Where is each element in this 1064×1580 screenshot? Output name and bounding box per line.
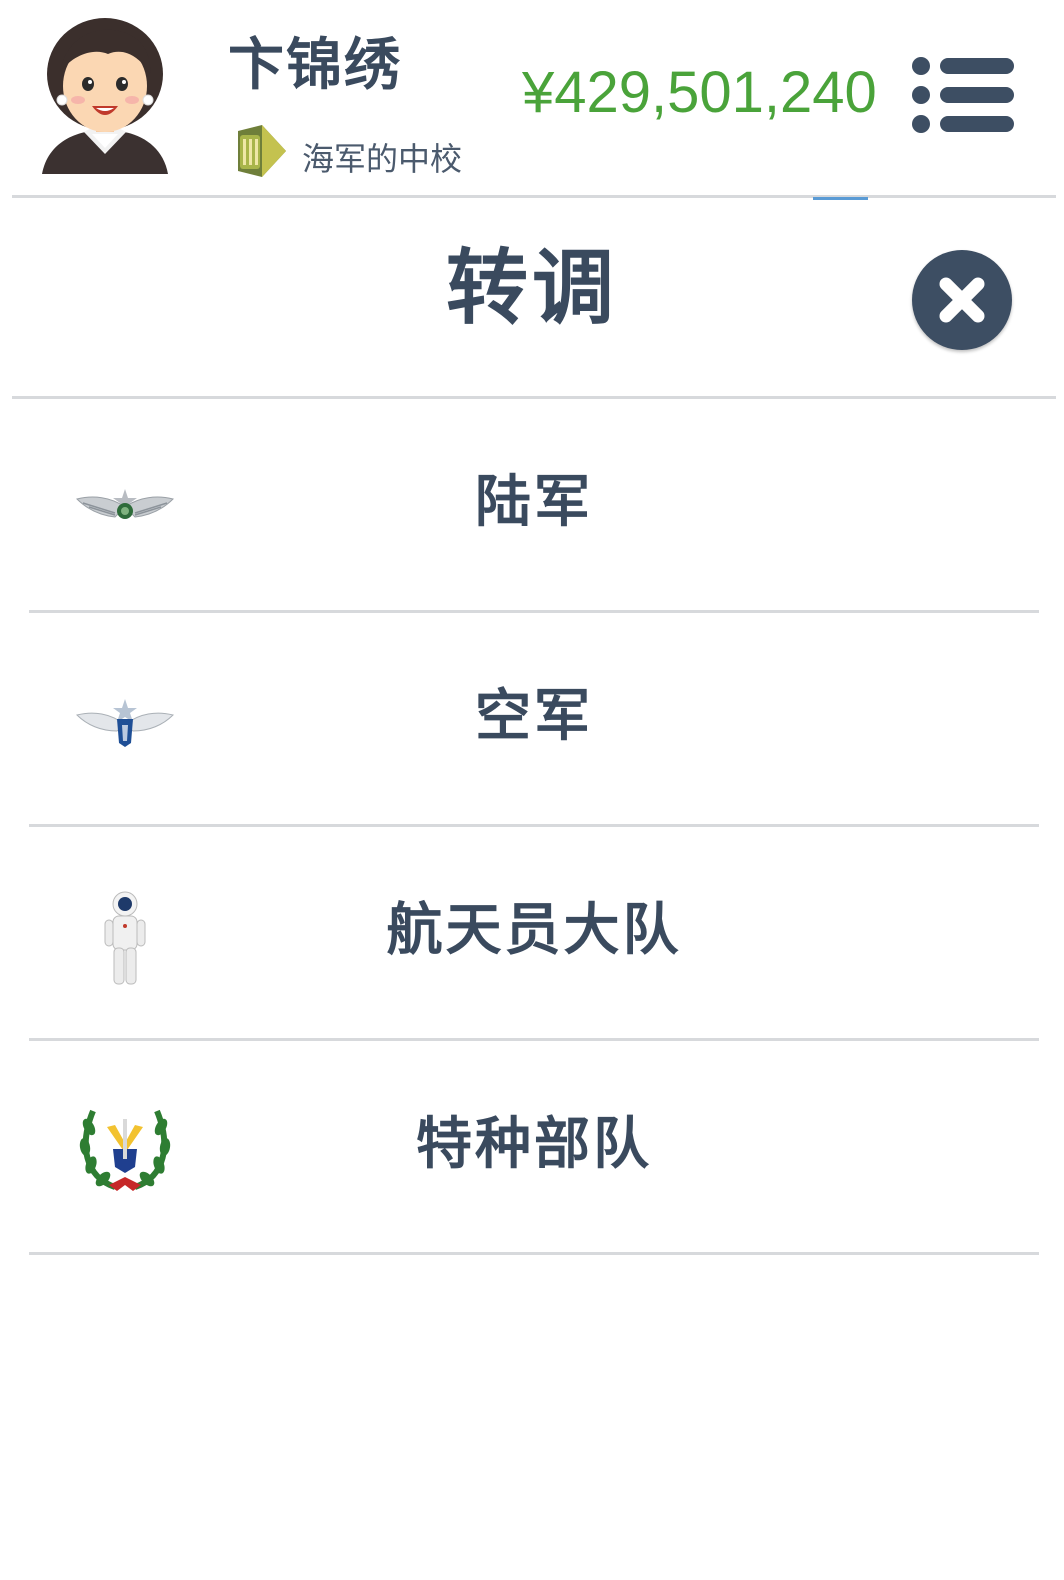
list-item-astronaut-corps[interactable]: 航天员大队 <box>29 827 1039 1041</box>
header-divider <box>12 195 1056 198</box>
close-button[interactable] <box>912 250 1012 350</box>
list-item-army[interactable]: 陆军 <box>29 399 1039 613</box>
branch-label: 陆军 <box>475 470 593 535</box>
player-name: 卞锦绣 <box>228 33 402 98</box>
list-item-air-force[interactable]: 空军 <box>29 613 1039 827</box>
rank-row: 海军的中校 <box>232 120 462 184</box>
branch-label: 特种部队 <box>416 1112 652 1177</box>
money-balance: ¥429,501,240 <box>522 60 877 125</box>
player-header: 卞锦绣 海军的中校 ¥429,501,240 <box>0 0 1064 200</box>
dialog-title: 转调 <box>445 241 618 336</box>
rank-insignia-icon <box>238 125 286 177</box>
branch-label: 航天员大队 <box>386 898 682 963</box>
rank-label: 海军的中校 <box>302 140 463 178</box>
branch-list: 陆军 空军 航天员大队 特种部队 <box>29 399 1039 1255</box>
avatar <box>42 18 168 174</box>
tab-indicator <box>813 197 868 200</box>
transfer-screen: 卞锦绣 海军的中校 ¥429,501,240 转调 陆军 空军 航天员大队 特种… <box>0 0 1064 1580</box>
close-icon <box>939 277 985 323</box>
branch-label: 空军 <box>475 684 593 749</box>
list-item-special-forces[interactable]: 特种部队 <box>29 1041 1039 1255</box>
menu-icon[interactable] <box>910 54 1016 136</box>
